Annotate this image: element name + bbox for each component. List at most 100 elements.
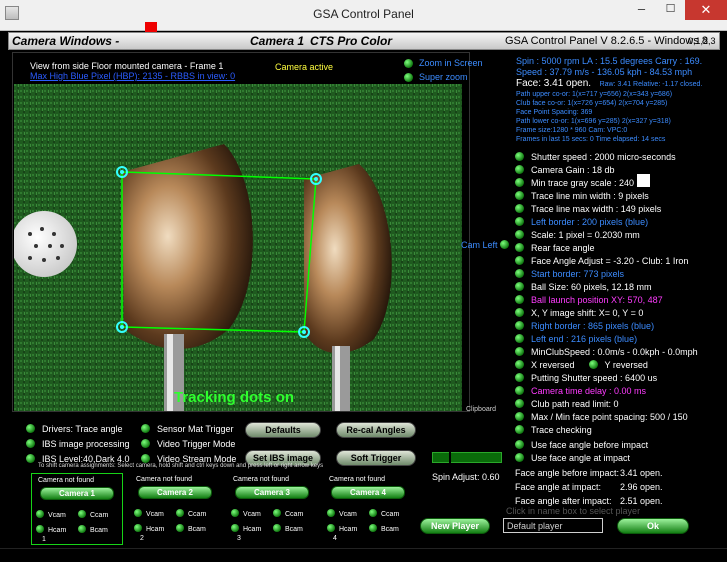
option-image-shift[interactable]: X, Y image shift: X= 0, Y = 0 [515,308,643,320]
toggle-icon[interactable] [141,424,150,433]
new-player-button[interactable]: New Player [420,518,490,534]
toggle-icon[interactable] [515,256,524,265]
option-min-trace-gray[interactable]: Min trace gray scale : 240 [515,178,634,190]
camera-3-button[interactable]: Camera 3 [235,486,309,499]
drivers-trace-option[interactable]: Drivers: Trace angle [26,424,123,434]
cam-left-toggle-icon[interactable] [500,240,509,249]
toggle-icon[interactable] [515,295,524,304]
hcam-option[interactable]: Hcam [231,524,261,533]
toggle-icon[interactable] [515,282,524,291]
option-club-path-limit[interactable]: Club path read limit: 0 [515,399,619,411]
close-button[interactable]: ✕ [685,0,727,20]
toggle-icon[interactable] [515,347,524,356]
option-scale[interactable]: Scale: 1 pixel = 0.2030 mm [515,230,640,242]
vcam-option[interactable]: Vcam [231,509,261,518]
y-reversed-toggle-icon[interactable] [588,360,598,369]
toggle-icon[interactable] [26,454,35,463]
video-trigger-option[interactable]: Video Trigger Mode [141,439,235,449]
toggle-icon[interactable] [36,525,44,533]
option-left-border[interactable]: Left border : 200 pixels (blue) [515,217,648,229]
maximize-button[interactable]: ☐ [656,0,685,20]
toggle-icon[interactable] [515,360,524,369]
toggle-icon[interactable] [515,373,524,382]
camera-4-button[interactable]: Camera 4 [331,486,405,499]
defaults-button[interactable]: Defaults [245,422,321,438]
ok-button[interactable]: Ok [617,518,689,534]
spin-adjust-thumb[interactable] [449,452,451,463]
option-putting-shutter[interactable]: Putting Shutter speed : 6400 us [515,373,657,385]
option-trace-max-width[interactable]: Trace line max width : 149 pixels [515,204,661,216]
toggle-icon[interactable] [273,524,281,532]
toggle-icon[interactable] [515,334,524,343]
clipboard-label[interactable]: Clipboard [466,406,496,413]
bcam-option[interactable]: Bcam [78,525,108,534]
option-face-point-spacing[interactable]: Max / Min face point spacing: 500 / 150 [515,412,688,424]
player-name-input[interactable] [503,518,603,533]
camera-image[interactable]: Tracking dots on [14,84,462,411]
toggle-icon[interactable] [515,204,524,213]
toggle-icon[interactable] [515,412,524,421]
option-camera-time-delay[interactable]: Camera time delay : 0.00 ms [515,386,646,398]
toggle-icon[interactable] [327,509,335,517]
toggle-icon[interactable] [515,399,524,408]
toggle-icon[interactable] [515,440,524,449]
toggle-icon[interactable] [141,454,150,463]
ccam-option[interactable]: Ccam [176,509,206,518]
option-shutter-speed[interactable]: Shutter speed : 2000 micro-seconds [515,152,676,164]
bcam-option[interactable]: Bcam [176,524,206,533]
option-trace-checking[interactable]: Trace checking [515,425,592,437]
toggle-icon[interactable] [273,509,281,517]
option-face-angle-at[interactable]: Use face angle at impact [515,453,630,465]
minimize-button[interactable]: – [627,0,656,20]
camera-slot-1[interactable]: Camera not found Camera 1 Vcam Ccam Hcam… [31,473,123,545]
toggle-icon[interactable] [134,509,142,517]
zoom-label[interactable]: Zoom in Screen [419,58,483,68]
toggle-icon[interactable] [134,524,142,532]
option-camera-gain[interactable]: Camera Gain : 18 db [515,165,615,177]
spin-adjust-slider[interactable] [432,452,502,463]
option-start-border[interactable]: Start border: 773 pixels [515,269,624,281]
toggle-icon[interactable] [369,509,377,517]
toggle-icon[interactable] [78,525,86,533]
toggle-icon[interactable] [26,439,35,448]
vcam-option[interactable]: Vcam [36,510,66,519]
hcam-option[interactable]: Hcam [134,524,164,533]
toggle-icon[interactable] [327,524,335,532]
camera-slot-3[interactable]: Camera not found Camera 3 Vcam Ccam Hcam… [227,473,319,545]
ccam-option[interactable]: Ccam [273,509,303,518]
hcam-option[interactable]: Hcam [36,525,66,534]
ccam-option[interactable]: Ccam [369,509,399,518]
toggle-icon[interactable] [176,509,184,517]
toggle-icon[interactable] [515,453,524,462]
option-min-club-speed[interactable]: MinClubSpeed : 0.0m/s - 0.0kph - 0.0mph [515,347,698,359]
toggle-icon[interactable] [231,524,239,532]
toggle-icon[interactable] [515,178,524,187]
option-left-end[interactable]: Left end : 216 pixels (blue) [515,334,637,346]
option-ball-launch-position[interactable]: Ball launch position XY: 570, 487 [515,295,663,307]
toggle-icon[interactable] [515,165,524,174]
bcam-option[interactable]: Bcam [369,524,399,533]
toggle-icon[interactable] [231,509,239,517]
camera-slot-4[interactable]: Camera not found Camera 4 Vcam Ccam Hcam… [323,473,415,545]
camera-slot-2[interactable]: Camera not found Camera 2 Vcam Ccam Hcam… [130,473,222,545]
option-face-angle-adjust[interactable]: Face Angle Adjust = -3.20 - Club: 1 Iron [515,256,688,268]
vcam-option[interactable]: Vcam [134,509,164,518]
toggle-icon[interactable] [515,425,524,434]
view-subtitle[interactable]: Max High Blue Pixel (HBP): 2135 - RBBS i… [30,71,235,81]
toggle-icon[interactable] [515,386,524,395]
option-ball-size[interactable]: Ball Size: 60 pixels, 12.18 mm [515,282,652,294]
ccam-option[interactable]: Ccam [78,510,108,519]
hcam-option[interactable]: Hcam [327,524,357,533]
toggle-icon[interactable] [369,524,377,532]
option-right-border[interactable]: Right border : 865 pixels (blue) [515,321,654,333]
toggle-icon[interactable] [515,217,524,226]
option-x-reversed[interactable]: X reversed Y reversed [515,360,648,372]
toggle-icon[interactable] [26,424,35,433]
vcam-option[interactable]: Vcam [327,509,357,518]
toggle-icon[interactable] [515,243,524,252]
zoom-toggle-icon[interactable] [404,59,413,68]
toggle-icon[interactable] [36,510,44,518]
recal-angles-button[interactable]: Re-cal Angles [336,422,416,438]
toggle-icon[interactable] [515,308,524,317]
super-zoom-label[interactable]: Super zoom [419,72,468,82]
